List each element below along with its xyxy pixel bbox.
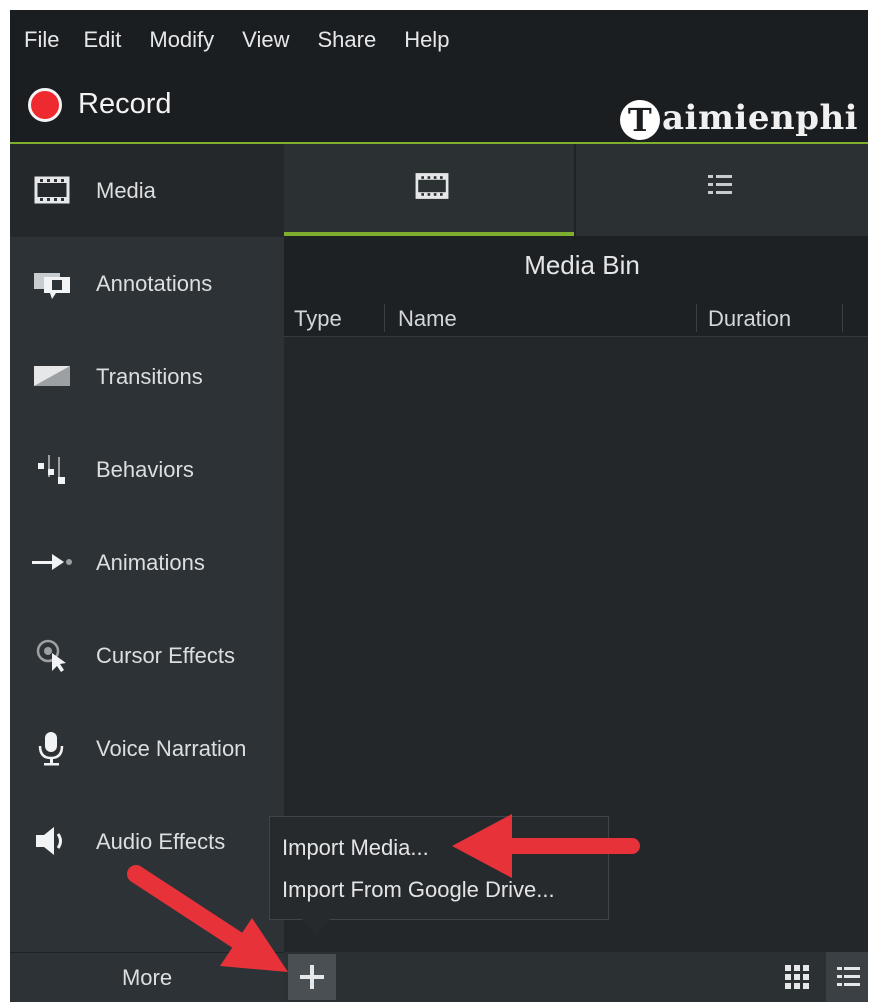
import-menu: Import Media... Import From Google Drive… [269,816,609,920]
sidebar-item-annotations[interactable]: Annotations [10,237,284,330]
more-button[interactable]: More [10,952,284,1002]
list-icon [708,175,732,194]
column-separator [384,304,385,332]
media-bin-header: Media Bin [284,236,868,300]
media-bin-title: Media Bin [524,250,640,280]
sidebar-item-label: Behaviors [96,457,194,482]
behaviors-icon [38,455,65,484]
sidebar-item-transitions[interactable]: Transitions [10,330,284,423]
animation-arrow-icon [32,554,72,570]
sidebar-item-label: Annotations [96,271,213,296]
import-media-item[interactable]: Import Media... [282,835,429,861]
menu-file[interactable]: File [24,27,59,53]
tab-media-thumbnails[interactable] [284,144,574,236]
camtasia-window: File Edit Modify View Share Help Record … [10,10,868,1002]
column-separator [696,304,697,332]
sidebar-item-cursor-effects[interactable]: Cursor Effects [10,609,284,702]
menu-modify[interactable]: Modify [149,27,214,53]
watermark-logo-letter: T [620,100,660,140]
list-view-button[interactable] [826,952,868,1002]
record-dot-icon [28,88,62,122]
record-toolbar: Record Taimienphi .vn [10,70,868,157]
add-media-button[interactable] [288,954,336,1000]
more-label: More [121,965,173,990]
sidebar-item-label: Cursor Effects [96,643,235,668]
menu-help[interactable]: Help [404,27,449,53]
grid-view-button[interactable] [782,962,812,992]
grid-icon [785,965,809,989]
import-menu-pointer [302,919,330,935]
sidebar-item-label: Media [96,178,156,203]
menu-bar: File Edit Modify View Share Help [10,10,868,70]
sidebar-item-behaviors[interactable]: Behaviors [10,423,284,516]
column-duration[interactable]: Duration [708,306,791,332]
microphone-icon [38,732,64,766]
sidebar-item-animations[interactable]: Animations [10,516,284,609]
column-type[interactable]: Type [294,306,342,332]
speech-bubble-icon [34,273,70,299]
sidebar-item-audio-effects[interactable]: Audio Effects [10,795,284,888]
film-strip-icon [34,176,70,204]
sidebar-item-label: Animations [96,550,205,575]
film-strip-icon [415,173,449,199]
bottom-bar: More [10,952,868,1002]
speaker-icon [36,827,62,855]
tab-media-list[interactable] [576,144,866,236]
media-bin-columns: Type Name Duration [284,300,868,337]
sidebar-item-media[interactable]: Media [10,144,284,237]
sidebar-item-label: Audio Effects [96,829,226,854]
record-label: Record [78,88,172,120]
plus-icon [300,965,324,989]
sidebar-item-voice-narration[interactable]: Voice Narration [10,702,284,795]
column-separator [842,304,843,332]
transition-icon [34,366,70,386]
sidebar: Media Annotations Transitions Behaviors … [10,144,284,952]
list-icon [837,967,860,986]
menu-share[interactable]: Share [317,27,376,53]
sidebar-item-label: Voice Narration [96,736,247,761]
watermark-text: aimienphi [662,98,859,138]
media-tabs [284,144,868,236]
import-google-drive-item[interactable]: Import From Google Drive... [282,877,555,903]
menu-edit[interactable]: Edit [83,27,121,53]
column-name[interactable]: Name [398,306,457,332]
sidebar-item-label: Transitions [96,364,203,389]
menu-view[interactable]: View [242,27,289,53]
cursor-icon [36,639,66,672]
watermark-logo: Taimienphi [620,98,858,140]
